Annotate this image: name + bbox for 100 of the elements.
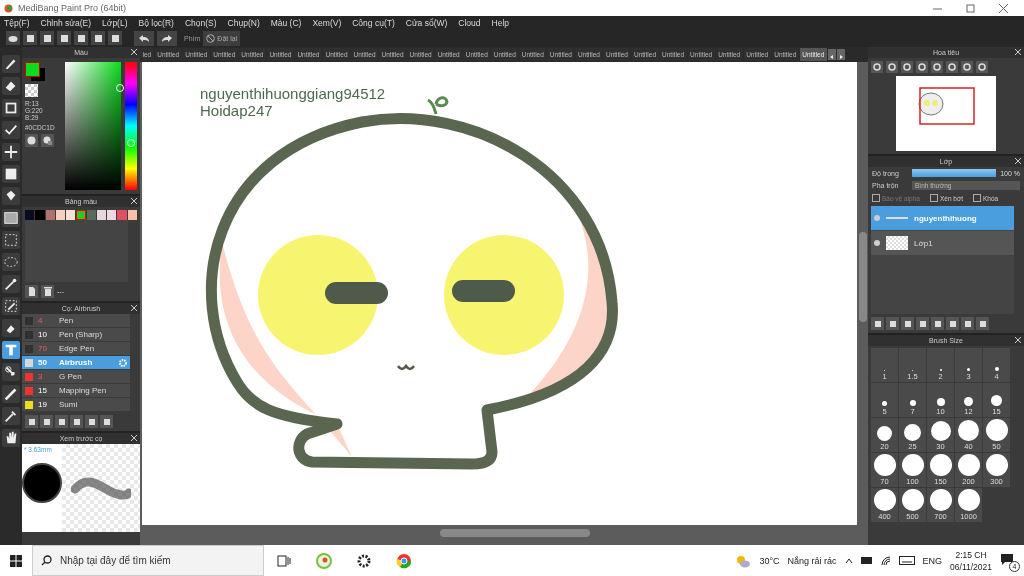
brush-name: Pen (Sharp)	[59, 330, 103, 339]
menu-item[interactable]: Cloud	[458, 17, 481, 28]
brush-size: 19	[38, 400, 48, 409]
scroll-left-button[interactable]	[827, 49, 836, 60]
brush-size: 3	[38, 372, 44, 381]
layer-name: nguyenthihuong	[914, 213, 977, 223]
palette-swatch[interactable]	[76, 210, 86, 220]
square-icon	[3, 166, 19, 182]
palette-swatch[interactable]	[35, 210, 45, 220]
menu-item[interactable]: Chụp(N)	[227, 17, 260, 28]
move-tool[interactable]	[2, 143, 20, 161]
brush-name: Pen	[59, 316, 74, 325]
undo-icon[interactable]	[134, 30, 154, 46]
transparent-swatch[interactable]	[25, 84, 38, 97]
menu-item[interactable]: Lớp(L)	[102, 17, 128, 28]
square-outline-icon	[3, 100, 19, 116]
bucket-tool[interactable]	[2, 187, 20, 205]
opacity-slider[interactable]	[912, 169, 997, 177]
eyedropper-tool[interactable]	[2, 407, 20, 425]
window-title: MediBang Paint Pro (64bit)	[18, 3, 127, 13]
gradient-tool[interactable]	[2, 209, 20, 227]
dot-tool[interactable]	[2, 99, 20, 117]
palette-swatch[interactable]	[55, 210, 66, 220]
app-logo-icon[interactable]	[316, 552, 332, 569]
brush-name: Edge Pen	[59, 344, 95, 353]
palette-swatch[interactable]	[96, 210, 107, 220]
canvas-text: nguyenthihuonggiang94512	[200, 85, 386, 102]
palette-icon[interactable]	[25, 134, 38, 147]
wifi-icon[interactable]	[880, 555, 891, 566]
search-field[interactable]: Nhập tại đây để tìm kiếm	[32, 545, 264, 576]
temperature[interactable]: 30°C	[759, 555, 780, 566]
selectpen-tool[interactable]	[2, 297, 20, 315]
menu-item[interactable]: Tệp(F)	[4, 17, 30, 28]
hand-tool[interactable]	[2, 429, 20, 447]
menu-item[interactable]: Bộ lọc(R)	[138, 17, 174, 28]
palette-icon[interactable]	[41, 134, 54, 147]
brush-size: 4	[38, 316, 44, 325]
settings-icon[interactable]	[356, 552, 372, 569]
letter-t-icon	[3, 342, 19, 358]
menu-item[interactable]: Chọn(S)	[184, 17, 217, 28]
brush-tool[interactable]	[2, 55, 20, 73]
gear-icon[interactable]	[119, 358, 127, 367]
brush-item[interactable]: 4 Pen	[22, 314, 130, 328]
menu-item[interactable]: Xem(V)	[312, 17, 342, 28]
scroll-right-button[interactable]	[836, 49, 845, 60]
clock[interactable]: 2:15 CH 06/11/2021	[950, 549, 992, 572]
keyboard-icon[interactable]	[898, 556, 915, 565]
brush-name: Mapping Pen	[59, 386, 107, 395]
menu-item[interactable]: Màu (C)	[270, 17, 302, 28]
select-tool[interactable]	[2, 231, 20, 249]
brush-item[interactable]: 3 G Pen	[22, 370, 130, 384]
dashed-square-icon	[3, 232, 19, 248]
language-indicator[interactable]: ENG	[922, 555, 943, 566]
wand-icon	[3, 276, 19, 292]
dashed-square-icon	[3, 298, 19, 314]
task-view-icon[interactable]	[277, 554, 291, 567]
cross-icon	[3, 144, 19, 160]
visibility-icon[interactable]	[874, 240, 880, 246]
selecteraser-tool[interactable]	[2, 319, 20, 337]
current-color-swatch[interactable]	[25, 62, 40, 77]
eraser-tool[interactable]	[2, 77, 20, 95]
maximize-icon[interactable]	[966, 3, 975, 13]
chevron-up-icon[interactable]	[844, 557, 853, 564]
hue-slider[interactable]	[125, 62, 137, 190]
close-icon[interactable]	[999, 3, 1008, 13]
lasso-tool[interactable]	[2, 253, 20, 271]
palette-swatch[interactable]	[66, 210, 76, 220]
stroke-tool[interactable]	[2, 121, 20, 139]
divide-tool[interactable]	[2, 385, 20, 403]
brush-size: 10	[38, 330, 48, 339]
palette-swatch[interactable]	[45, 210, 55, 220]
windows-logo-icon[interactable]	[10, 554, 22, 567]
palette-swatch[interactable]	[86, 210, 96, 220]
layer-item[interactable]: Lớp1	[871, 231, 1014, 255]
brush-item[interactable]: 70 Edge Pen	[22, 342, 130, 356]
menu-item[interactable]: Chỉnh sửa(E)	[40, 17, 92, 28]
background-color-swatch[interactable]	[31, 68, 45, 81]
saturation-value-picker[interactable]	[65, 62, 121, 190]
text-tool[interactable]	[2, 341, 20, 359]
palette-swatch[interactable]	[107, 210, 117, 220]
redo-icon[interactable]	[157, 30, 177, 46]
palette-swatch[interactable]	[117, 210, 127, 220]
palette-swatch[interactable]	[25, 210, 35, 220]
palette-swatch[interactable]	[127, 210, 137, 220]
brush-item[interactable]: 19 Sumi	[22, 398, 130, 412]
brush-item[interactable]: 15 Mapping Pen	[22, 384, 130, 398]
canvas[interactable]: nguyenthihuonggiang94512 Hoidap247	[142, 62, 857, 525]
browser-icon[interactable]	[396, 552, 412, 569]
menu-item[interactable]: Help	[491, 17, 510, 28]
gradient-icon	[3, 210, 19, 226]
fill-tool[interactable]	[2, 165, 20, 183]
weather-text[interactable]: Nắng rải rác	[787, 555, 837, 566]
eyedropper-icon	[3, 408, 19, 424]
battery-icon[interactable]	[860, 557, 873, 564]
menu-item[interactable]: Cửa sổ(W)	[405, 17, 448, 28]
brush-size: 15	[38, 386, 48, 395]
menu-item[interactable]: Công cụ(T)	[352, 17, 395, 28]
brush-item[interactable]: 10 Pen (Sharp)	[22, 328, 130, 342]
layer-name: Lớp1	[914, 238, 933, 248]
wand-tool[interactable]	[2, 275, 20, 293]
